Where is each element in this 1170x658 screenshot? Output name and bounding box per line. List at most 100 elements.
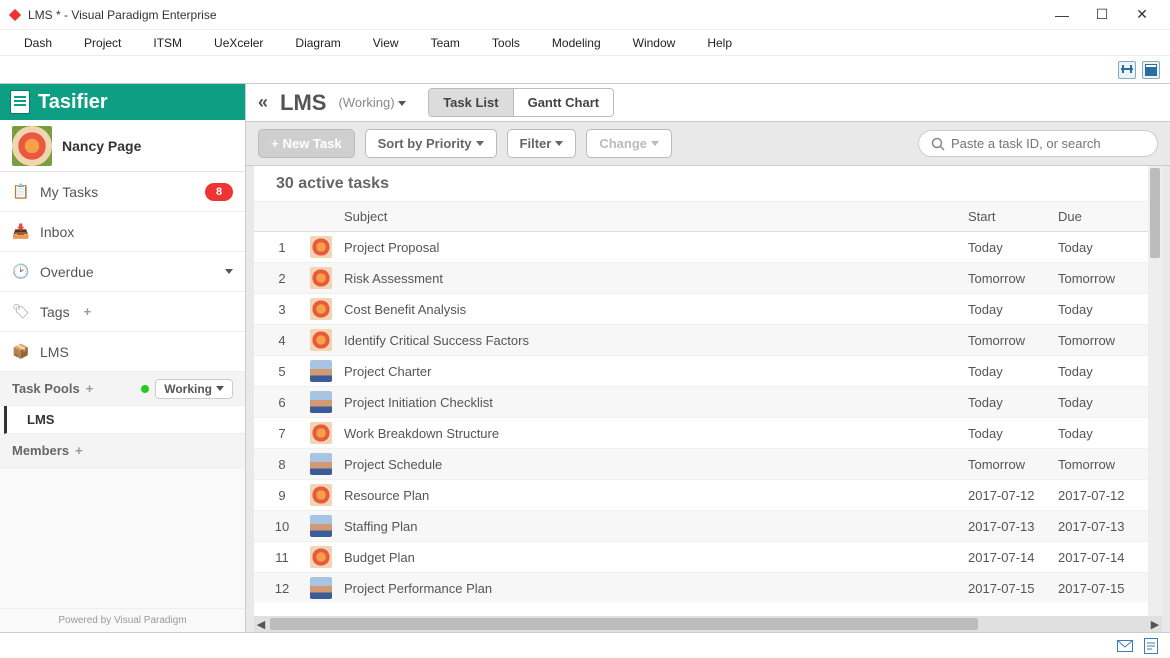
toolbar-icon-2[interactable] (1142, 61, 1160, 79)
menu-project[interactable]: Project (68, 36, 137, 50)
inbox-icon: 📥 (12, 223, 30, 241)
table-row[interactable]: 11Budget Plan2017-07-142017-07-14 (254, 542, 1162, 573)
row-index: 7 (254, 426, 310, 441)
toolbar-icon-1[interactable] (1118, 61, 1136, 79)
horizontal-scrollbar[interactable]: ◀ ▶ (254, 616, 1162, 632)
nav-inbox[interactable]: 📥 Inbox (0, 212, 245, 252)
table-row[interactable]: 10Staffing Plan2017-07-132017-07-13 (254, 511, 1162, 542)
table-row[interactable]: 9Resource Plan2017-07-122017-07-12 (254, 480, 1162, 511)
row-start: 2017-07-14 (968, 550, 1058, 565)
plus-icon[interactable]: + (86, 381, 94, 396)
icon-toolbar (0, 56, 1170, 84)
nav-my-tasks[interactable]: 📋 My Tasks 8 (0, 172, 245, 212)
titlebar: LMS * - Visual Paradigm Enterprise — ☐ ✕ (0, 0, 1170, 30)
row-due: 2017-07-13 (1058, 519, 1148, 534)
row-index: 5 (254, 364, 310, 379)
menu-diagram[interactable]: Diagram (279, 36, 356, 50)
section-task-pools: Task Pools + Working (0, 372, 245, 406)
search-input[interactable] (951, 136, 1145, 151)
assignee-avatar-icon (310, 484, 332, 506)
menu-itsm[interactable]: ITSM (137, 36, 198, 50)
col-start[interactable]: Start (968, 209, 1058, 224)
col-subject[interactable]: Subject (340, 209, 968, 224)
menu-tools[interactable]: Tools (476, 36, 536, 50)
vertical-scrollbar[interactable] (1148, 166, 1162, 616)
row-start: Tomorrow (968, 333, 1058, 348)
project-state[interactable]: (Working) (338, 95, 406, 110)
pool-item-lms[interactable]: LMS (4, 406, 245, 434)
row-index: 11 (254, 550, 310, 565)
row-due: 2017-07-14 (1058, 550, 1148, 565)
badge-count: 8 (205, 183, 233, 201)
sidebar-title: Tasifier (38, 91, 108, 114)
row-index: 4 (254, 333, 310, 348)
row-subject: Cost Benefit Analysis (340, 302, 968, 317)
scroll-left-icon[interactable]: ◀ (254, 618, 268, 631)
table-row[interactable]: 12Project Performance Plan2017-07-152017… (254, 573, 1162, 602)
note-icon[interactable] (1142, 638, 1160, 654)
pool-filter-dropdown[interactable]: Working (155, 379, 233, 399)
mail-icon[interactable] (1116, 638, 1134, 654)
nav-overdue[interactable]: 🕑 Overdue (0, 252, 245, 292)
nav-tags[interactable]: 🏷 Tags + (0, 292, 245, 332)
change-dropdown[interactable]: Change (586, 129, 672, 158)
box-icon: 📦 (12, 343, 30, 361)
plus-icon[interactable]: + (84, 304, 92, 319)
close-button[interactable]: ✕ (1122, 1, 1162, 29)
sort-dropdown[interactable]: Sort by Priority (365, 129, 497, 158)
project-title: LMS (280, 90, 326, 116)
assignee-avatar-icon (310, 360, 332, 382)
row-due: Tomorrow (1058, 333, 1148, 348)
table-row[interactable]: 2Risk AssessmentTomorrowTomorrow (254, 263, 1162, 294)
row-index: 9 (254, 488, 310, 503)
user-row[interactable]: Nancy Page (0, 120, 245, 172)
section-label: Members (12, 443, 69, 458)
collapse-sidebar-button[interactable]: « (258, 92, 268, 113)
section-label: Task Pools (12, 381, 80, 396)
row-due: Today (1058, 302, 1148, 317)
table-row[interactable]: 3Cost Benefit AnalysisTodayToday (254, 294, 1162, 325)
new-task-button[interactable]: + New Task (258, 129, 355, 158)
menu-view[interactable]: View (357, 36, 415, 50)
tab-task-list[interactable]: Task List (429, 89, 513, 116)
tasifier-icon (10, 90, 30, 114)
table-row[interactable]: 7Work Breakdown StructureTodayToday (254, 418, 1162, 449)
menu-help[interactable]: Help (691, 36, 748, 50)
chevron-down-icon (216, 386, 224, 391)
content: « LMS (Working) Task List Gantt Chart + … (246, 84, 1170, 632)
menu-team[interactable]: Team (415, 36, 476, 50)
nav-label: Overdue (40, 264, 94, 280)
table-row[interactable]: 8Project ScheduleTomorrowTomorrow (254, 449, 1162, 480)
col-due[interactable]: Due (1058, 209, 1148, 224)
assignee-avatar-icon (310, 546, 332, 568)
statusbar (0, 632, 1170, 658)
row-start: Today (968, 395, 1058, 410)
plus-icon[interactable]: + (75, 443, 83, 458)
row-due: Today (1058, 395, 1148, 410)
search-box[interactable] (918, 130, 1158, 157)
button-label: New Task (283, 136, 342, 151)
scroll-right-icon[interactable]: ▶ (1148, 618, 1162, 631)
row-due: 2017-07-12 (1058, 488, 1148, 503)
menu-dash[interactable]: Dash (8, 36, 68, 50)
nav-lms[interactable]: 📦 LMS (0, 332, 245, 372)
row-subject: Resource Plan (340, 488, 968, 503)
filter-dropdown[interactable]: Filter (507, 129, 577, 158)
minimize-button[interactable]: — (1042, 1, 1082, 29)
tab-gantt-chart[interactable]: Gantt Chart (514, 89, 614, 116)
row-subject: Risk Assessment (340, 271, 968, 286)
menu-modeling[interactable]: Modeling (536, 36, 617, 50)
pool-filter-label: Working (164, 382, 212, 396)
maximize-button[interactable]: ☐ (1082, 1, 1122, 29)
table-row[interactable]: 5Project CharterTodayToday (254, 356, 1162, 387)
row-subject: Staffing Plan (340, 519, 968, 534)
menu-window[interactable]: Window (617, 36, 692, 50)
table-row[interactable]: 6Project Initiation ChecklistTodayToday (254, 387, 1162, 418)
table-row[interactable]: 4Identify Critical Success FactorsTomorr… (254, 325, 1162, 356)
table-row[interactable]: 1Project ProposalTodayToday (254, 232, 1162, 263)
menu-uexceler[interactable]: UeXceler (198, 36, 279, 50)
chevron-down-icon (476, 141, 484, 146)
row-due: Today (1058, 364, 1148, 379)
row-start: Today (968, 240, 1058, 255)
clipboard-icon: 📋 (12, 183, 30, 201)
